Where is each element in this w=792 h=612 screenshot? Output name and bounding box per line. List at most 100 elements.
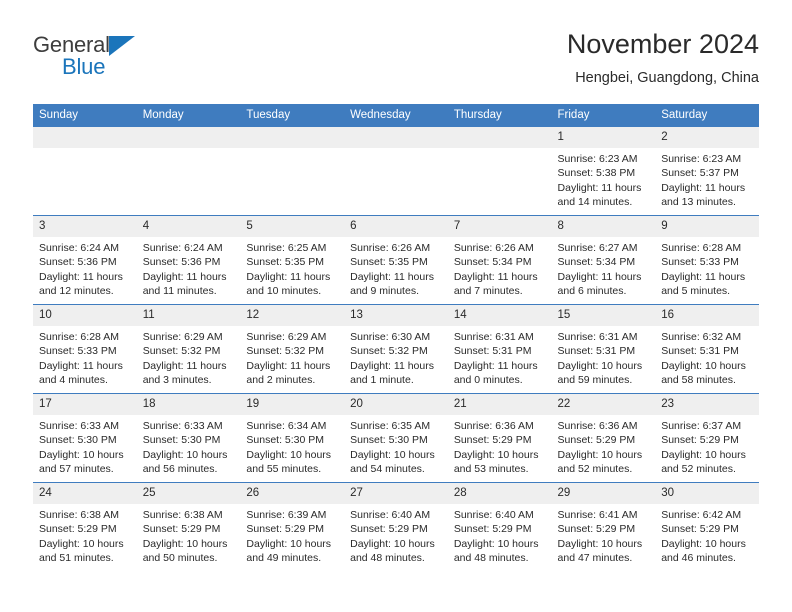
daylight-duration-line1: Daylight: 11 hours xyxy=(661,181,746,194)
calendar-day-cell[interactable]: 30 Sunrise: 6:42 AM Sunset: 5:29 PM Dayligh… xyxy=(655,482,759,572)
calendar-day-cell[interactable]: 27 Sunrise: 6:40 AM Sunset: 5:29 PM Dayligh… xyxy=(344,482,448,572)
calendar-empty-cell xyxy=(136,126,241,216)
day-number: 11 xyxy=(136,305,241,326)
daylight-duration-line2: and 2 minutes. xyxy=(246,374,316,387)
calendar-week-row: 24 Sunrise: 6:38 AM Sunset: 5:29 PM Dayligh… xyxy=(33,482,759,572)
day-number: 4 xyxy=(136,216,241,237)
calendar-day-cell[interactable]: 18 Sunrise: 6:33 AM Sunset: 5:30 PM Dayligh… xyxy=(136,393,241,483)
daylight-duration-line2: and 9 minutes. xyxy=(350,285,419,298)
daylight-duration-line1: Daylight: 10 hours xyxy=(661,537,746,550)
calendar-day-cell[interactable]: 20 Sunrise: 6:35 AM Sunset: 5:30 PM Dayligh… xyxy=(344,393,448,483)
page-subtitle-location: Hengbei, Guangdong, China xyxy=(575,70,759,86)
sunrise-time: Sunrise: 6:39 AM xyxy=(246,509,327,521)
calendar-day-cell[interactable]: 2 Sunrise: 6:23 AM Sunset: 5:37 PM Daylight… xyxy=(655,126,759,216)
sunrise-time: Sunrise: 6:23 AM xyxy=(557,153,638,165)
day-number: 24 xyxy=(33,483,137,504)
calendar-day-cell[interactable]: 10 Sunrise: 6:28 AM Sunset: 5:33 PM Dayligh… xyxy=(33,304,137,394)
day-details: Sunrise: 6:28 AM Sunset: 5:33 PM Daylight:… xyxy=(655,237,759,299)
calendar-day-cell[interactable]: 13 Sunrise: 6:30 AM Sunset: 5:32 PM Dayligh… xyxy=(344,304,448,394)
calendar-day-cell[interactable]: 24 Sunrise: 6:38 AM Sunset: 5:29 PM Dayligh… xyxy=(33,482,137,572)
calendar-day-cell[interactable]: 12 Sunrise: 6:29 AM Sunset: 5:32 PM Dayligh… xyxy=(240,304,345,394)
day-number: 6 xyxy=(344,216,448,237)
daylight-duration-line2: and 49 minutes. xyxy=(246,552,322,565)
calendar-day-cell[interactable]: 11 Sunrise: 6:29 AM Sunset: 5:32 PM Dayligh… xyxy=(136,304,241,394)
daylight-duration-line1: Daylight: 10 hours xyxy=(453,448,539,461)
daylight-duration-line1: Daylight: 10 hours xyxy=(246,537,332,550)
day-number: 27 xyxy=(344,483,448,504)
day-number: 25 xyxy=(136,483,241,504)
calendar-day-cell[interactable]: 1 Sunrise: 6:23 AM Sunset: 5:38 PM Daylight… xyxy=(551,126,656,216)
generalblue-logo[interactable]: General Blue xyxy=(33,32,253,88)
calendar-day-cell[interactable]: 21 Sunrise: 6:36 AM Sunset: 5:29 PM Dayligh… xyxy=(447,393,552,483)
calendar-day-cell[interactable]: 5 Sunrise: 6:25 AM Sunset: 5:35 PM Daylight… xyxy=(240,215,345,305)
calendar-day-cell[interactable]: 23 Sunrise: 6:37 AM Sunset: 5:29 PM Dayligh… xyxy=(655,393,759,483)
day-details: Sunrise: 6:24 AM Sunset: 5:36 PM Daylight:… xyxy=(137,237,241,299)
calendar-day-cell[interactable]: 29 Sunrise: 6:41 AM Sunset: 5:29 PM Dayligh… xyxy=(551,482,656,572)
day-details: Sunrise: 6:41 AM Sunset: 5:29 PM Daylight:… xyxy=(552,504,656,566)
calendar-day-cell[interactable]: 15 Sunrise: 6:31 AM Sunset: 5:31 PM Dayligh… xyxy=(551,304,656,394)
day-details: Sunrise: 6:35 AM Sunset: 5:30 PM Daylight:… xyxy=(344,415,448,477)
sunrise-time: Sunrise: 6:32 AM xyxy=(661,331,742,343)
calendar-day-cell[interactable]: 3 Sunrise: 6:24 AM Sunset: 5:36 PM Daylight… xyxy=(33,215,137,305)
sunset-time: Sunset: 5:29 PM xyxy=(246,523,325,536)
day-number: 13 xyxy=(344,305,448,326)
weekday-header-tuesday: Tuesday xyxy=(240,104,345,127)
calendar-day-cell[interactable]: 28 Sunrise: 6:40 AM Sunset: 5:29 PM Dayligh… xyxy=(447,482,552,572)
sunrise-time: Sunrise: 6:28 AM xyxy=(39,331,119,343)
daylight-duration-line2: and 56 minutes. xyxy=(142,463,218,476)
calendar-day-cell[interactable]: 17 Sunrise: 6:33 AM Sunset: 5:30 PM Dayligh… xyxy=(33,393,137,483)
sunrise-time: Sunrise: 6:36 AM xyxy=(453,420,534,432)
sunrise-time: Sunrise: 6:38 AM xyxy=(142,509,223,521)
daylight-duration-line2: and 11 minutes. xyxy=(142,285,217,298)
daylight-duration-line2: and 1 minute. xyxy=(350,374,414,387)
calendar-day-cell[interactable]: 19 Sunrise: 6:34 AM Sunset: 5:30 PM Dayligh… xyxy=(240,393,345,483)
calendar-day-cell[interactable]: 25 Sunrise: 6:38 AM Sunset: 5:29 PM Dayligh… xyxy=(136,482,241,572)
calendar-day-cell[interactable]: 9 Sunrise: 6:28 AM Sunset: 5:33 PM Daylight… xyxy=(655,215,759,305)
calendar-body: 1 Sunrise: 6:23 AM Sunset: 5:38 PM Daylight… xyxy=(33,126,759,572)
day-number: 10 xyxy=(33,305,137,326)
sunset-time: Sunset: 5:32 PM xyxy=(350,345,428,358)
day-number: 26 xyxy=(240,483,345,504)
daylight-duration-line1: Daylight: 10 hours xyxy=(661,448,746,461)
day-number: 20 xyxy=(344,394,448,415)
day-number: 29 xyxy=(551,483,656,504)
calendar-day-cell[interactable]: 14 Sunrise: 6:31 AM Sunset: 5:31 PM Dayligh… xyxy=(447,304,552,394)
calendar-day-cell[interactable]: 22 Sunrise: 6:36 AM Sunset: 5:29 PM Dayligh… xyxy=(551,393,656,483)
calendar-day-cell[interactable]: 16 Sunrise: 6:32 AM Sunset: 5:31 PM Dayligh… xyxy=(655,304,759,394)
day-number: 8 xyxy=(551,216,656,237)
sunset-time: Sunset: 5:29 PM xyxy=(661,523,739,536)
page-title: November 2024 xyxy=(566,29,759,59)
sunset-time: Sunset: 5:32 PM xyxy=(246,345,325,358)
calendar-day-cell[interactable]: 7 Sunrise: 6:26 AM Sunset: 5:34 PM Daylight… xyxy=(447,215,552,305)
sunrise-time: Sunrise: 6:31 AM xyxy=(557,331,638,343)
day-number xyxy=(344,127,448,148)
sunrise-time: Sunrise: 6:24 AM xyxy=(142,242,223,254)
daylight-duration-line2: and 12 minutes. xyxy=(39,285,114,298)
calendar-day-cell[interactable]: 26 Sunrise: 6:39 AM Sunset: 5:29 PM Dayligh… xyxy=(240,482,345,572)
sunset-time: Sunset: 5:29 PM xyxy=(453,434,532,447)
day-number: 5 xyxy=(240,216,345,237)
page-header: General Blue November 2024 Hengbei, Guan… xyxy=(33,28,759,98)
day-number: 30 xyxy=(655,483,759,504)
calendar-day-cell[interactable]: 6 Sunrise: 6:26 AM Sunset: 5:35 PM Daylight… xyxy=(344,215,448,305)
day-number: 19 xyxy=(240,394,345,415)
sunrise-time: Sunrise: 6:30 AM xyxy=(350,331,431,343)
daylight-duration-line1: Daylight: 10 hours xyxy=(453,537,539,550)
sunrise-time: Sunrise: 6:33 AM xyxy=(39,420,119,432)
sunset-time: Sunset: 5:34 PM xyxy=(557,256,636,269)
sunset-time: Sunset: 5:29 PM xyxy=(142,523,221,536)
daylight-duration-line1: Daylight: 10 hours xyxy=(39,537,124,550)
calendar-day-cell[interactable]: 8 Sunrise: 6:27 AM Sunset: 5:34 PM Daylight… xyxy=(551,215,656,305)
sunset-time: Sunset: 5:31 PM xyxy=(661,345,739,358)
sunset-time: Sunset: 5:34 PM xyxy=(453,256,532,269)
daylight-duration-line2: and 14 minutes. xyxy=(557,196,633,209)
daylight-duration-line2: and 10 minutes. xyxy=(246,285,322,298)
weekday-header-sunday: Sunday xyxy=(33,104,137,127)
sunrise-time: Sunrise: 6:38 AM xyxy=(39,509,119,521)
day-details: Sunrise: 6:33 AM Sunset: 5:30 PM Daylight:… xyxy=(137,415,241,477)
sunset-time: Sunset: 5:36 PM xyxy=(142,256,221,269)
daylight-duration-line1: Daylight: 11 hours xyxy=(453,270,538,283)
sunrise-time: Sunrise: 6:24 AM xyxy=(39,242,119,254)
daylight-duration-line2: and 53 minutes. xyxy=(453,463,529,476)
calendar-day-cell[interactable]: 4 Sunrise: 6:24 AM Sunset: 5:36 PM Daylight… xyxy=(136,215,241,305)
